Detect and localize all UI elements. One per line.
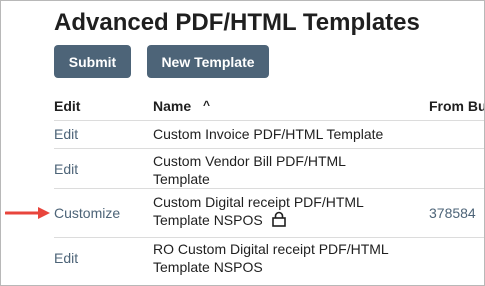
row-2-name: Custom Vendor Bill PDF/HTML Template — [153, 152, 346, 188]
lock-icon — [271, 211, 286, 227]
column-header-name[interactable]: Name — [153, 98, 191, 114]
row-2-edit-link[interactable]: Edit — [54, 161, 78, 177]
row-3-name: Custom Digital receipt PDF/HTML Template… — [153, 193, 364, 229]
row-2-name-line2: Template — [153, 171, 210, 187]
row-3-name-line1: Custom Digital receipt PDF/HTML — [153, 194, 364, 210]
row-3-name-line2-wrap: Template NSPOS — [153, 211, 364, 229]
row-1-name: Custom Invoice PDF/HTML Template — [153, 125, 383, 143]
column-header-from-bundle[interactable]: From Bu — [429, 98, 484, 114]
page-title: Advanced PDF/HTML Templates — [54, 9, 420, 36]
divider — [54, 188, 484, 189]
row-2-name-line1: Custom Vendor Bill PDF/HTML — [153, 153, 346, 169]
row-3-from-bundle-link[interactable]: 378584 — [429, 205, 476, 221]
divider — [54, 120, 484, 121]
submit-button[interactable]: Submit — [54, 45, 131, 78]
row-1-name-line1: Custom Invoice PDF/HTML Template — [153, 126, 384, 142]
row-4-name-line1: RO Custom Digital receipt PDF/HTML — [153, 241, 389, 257]
row-4-edit-link[interactable]: Edit — [54, 250, 78, 266]
sort-ascending-icon[interactable]: ^ — [203, 98, 210, 112]
column-header-edit: Edit — [54, 98, 81, 114]
row-3-customize-link[interactable]: Customize — [54, 205, 120, 221]
row-4-name: RO Custom Digital receipt PDF/HTML Templ… — [153, 240, 389, 276]
row-3-name-line2: Template NSPOS — [153, 212, 263, 228]
red-arrow-icon — [5, 207, 50, 219]
row-4-name-line2: Template NSPOS — [153, 259, 263, 275]
new-template-button[interactable]: New Template — [147, 45, 269, 78]
divider — [54, 148, 484, 149]
divider — [54, 237, 484, 238]
row-1-edit-link[interactable]: Edit — [54, 126, 78, 142]
window-frame: Advanced PDF/HTML Templates Submit New T… — [0, 0, 485, 286]
